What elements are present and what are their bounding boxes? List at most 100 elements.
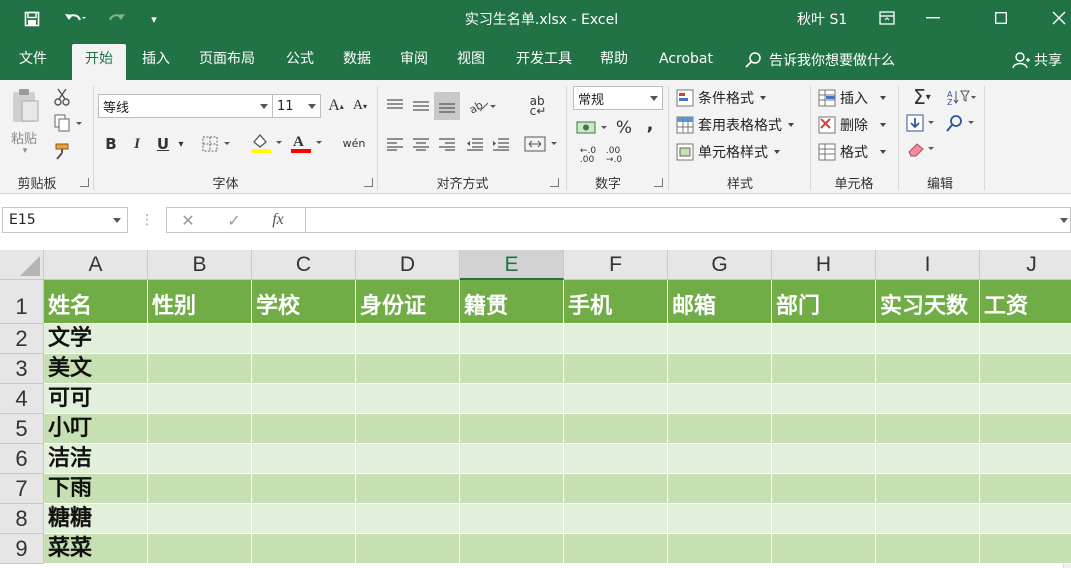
insert-cells-button[interactable]: 插入 <box>818 88 886 108</box>
name-cell[interactable]: 小叮 <box>44 414 148 444</box>
tab-page-layout[interactable]: 页面布局 <box>190 44 264 80</box>
formula-input[interactable] <box>306 207 1071 233</box>
tab-home[interactable]: 开始 <box>72 44 126 80</box>
header-cell-a[interactable]: 姓名 <box>44 280 148 324</box>
header-cell-c[interactable]: 学校 <box>252 280 356 324</box>
name-cell[interactable]: 下雨 <box>44 474 148 504</box>
table-cell[interactable] <box>980 504 1071 534</box>
tab-data[interactable]: 数据 <box>335 44 379 80</box>
autosum-icon[interactable]: Σ ▾ <box>904 85 940 109</box>
borders-icon[interactable] <box>200 132 236 156</box>
clipboard-launcher-icon[interactable] <box>80 178 89 187</box>
table-cell[interactable] <box>876 384 980 414</box>
table-cell[interactable] <box>564 324 668 354</box>
table-cell[interactable] <box>668 414 772 444</box>
tell-me-box[interactable]: 告诉我你想要做什么 <box>745 50 895 70</box>
cell-styles-button[interactable]: 单元格样式 <box>676 142 780 162</box>
number-launcher-icon[interactable] <box>654 178 663 187</box>
table-cell[interactable] <box>876 414 980 444</box>
column-header-e[interactable]: E <box>460 250 564 280</box>
select-all-button[interactable] <box>0 250 44 280</box>
table-cell[interactable] <box>460 384 564 414</box>
table-cell[interactable] <box>564 414 668 444</box>
table-cell[interactable] <box>460 474 564 504</box>
table-cell[interactable] <box>668 384 772 414</box>
table-cell[interactable] <box>460 324 564 354</box>
table-cell[interactable] <box>772 534 876 564</box>
column-header-f[interactable]: F <box>564 250 668 280</box>
row-header-1[interactable]: 1 <box>0 280 44 324</box>
alignment-launcher-icon[interactable] <box>550 178 559 187</box>
table-cell[interactable] <box>356 504 460 534</box>
increase-font-icon[interactable]: A ▴ <box>326 94 346 118</box>
find-select-icon[interactable] <box>944 112 978 134</box>
merge-center-icon[interactable] <box>522 132 562 156</box>
font-color-icon[interactable]: A <box>288 130 326 156</box>
decrease-decimal-icon[interactable]: .00 →.0 <box>602 144 626 168</box>
table-cell[interactable] <box>564 474 668 504</box>
table-cell[interactable] <box>772 444 876 474</box>
tab-insert[interactable]: 插入 <box>134 44 178 80</box>
sort-filter-icon[interactable]: AZ <box>944 86 978 108</box>
row-header-4[interactable]: 4 <box>0 384 44 414</box>
table-cell[interactable] <box>980 414 1071 444</box>
align-center-icon[interactable] <box>410 132 432 156</box>
table-cell[interactable] <box>772 414 876 444</box>
tab-acrobat[interactable]: Acrobat <box>650 44 722 80</box>
wrap-text-icon[interactable]: ab c↵ <box>526 94 550 118</box>
header-cell-g[interactable]: 邮箱 <box>668 280 772 324</box>
row-header-6[interactable]: 6 <box>0 444 44 474</box>
comma-button[interactable]: , <box>642 112 658 136</box>
table-cell[interactable] <box>876 504 980 534</box>
table-cell[interactable] <box>252 534 356 564</box>
table-cell[interactable] <box>772 474 876 504</box>
table-cell[interactable] <box>980 474 1071 504</box>
clear-icon[interactable] <box>904 138 940 160</box>
table-cell[interactable] <box>876 474 980 504</box>
table-cell[interactable] <box>980 324 1071 354</box>
column-header-b[interactable]: B <box>148 250 252 280</box>
table-cell[interactable] <box>460 354 564 384</box>
tab-help[interactable]: 帮助 <box>592 44 636 80</box>
table-cell[interactable] <box>148 414 252 444</box>
table-cell[interactable] <box>772 384 876 414</box>
decrease-font-icon[interactable]: A ▾ <box>350 94 370 118</box>
table-cell[interactable] <box>876 354 980 384</box>
name-cell[interactable]: 可可 <box>44 384 148 414</box>
table-cell[interactable] <box>252 384 356 414</box>
currency-icon[interactable] <box>574 116 612 140</box>
underline-button[interactable]: U <box>154 132 172 156</box>
cancel-icon[interactable]: ✕ <box>175 208 201 232</box>
header-cell-b[interactable]: 性别 <box>148 280 252 324</box>
fill-down-icon[interactable] <box>904 112 940 134</box>
table-cell[interactable] <box>564 504 668 534</box>
font-launcher-icon[interactable] <box>364 178 373 187</box>
table-cell[interactable] <box>252 354 356 384</box>
table-cell[interactable] <box>356 324 460 354</box>
table-cell[interactable] <box>980 384 1071 414</box>
user-name[interactable]: 秋叶 S1 <box>797 9 847 29</box>
table-cell[interactable] <box>460 534 564 564</box>
column-header-d[interactable]: D <box>356 250 460 280</box>
row-header-5[interactable]: 5 <box>0 414 44 444</box>
worksheet-grid[interactable]: A B C D E F G H I J 1 姓名 性别 学校 身份证 籍贯 手机 邮箱 部门 实习天数 工资 2 文学 3 美文… <box>0 250 1071 568</box>
header-cell-d[interactable]: 身份证 <box>356 280 460 324</box>
share-button[interactable]: 共享 <box>1012 50 1062 70</box>
font-size-select[interactable]: 11 <box>273 94 321 118</box>
insert-function-icon[interactable]: fx <box>265 208 291 232</box>
header-cell-i[interactable]: 实习天数 <box>876 280 980 324</box>
increase-indent-icon[interactable] <box>490 132 512 156</box>
column-header-a[interactable]: A <box>44 250 148 280</box>
header-cell-e[interactable]: 籍贯 <box>460 280 564 324</box>
percent-button[interactable]: % <box>614 116 634 140</box>
phonetic-icon[interactable]: wén <box>336 130 372 156</box>
minimize-icon[interactable] <box>910 4 956 32</box>
row-header-3[interactable]: 3 <box>0 354 44 384</box>
table-cell[interactable] <box>668 354 772 384</box>
column-header-j[interactable]: J <box>980 250 1071 280</box>
column-header-h[interactable]: H <box>772 250 876 280</box>
align-top-icon[interactable] <box>384 94 406 118</box>
table-cell[interactable] <box>668 534 772 564</box>
table-cell[interactable] <box>148 444 252 474</box>
name-cell[interactable]: 洁洁 <box>44 444 148 474</box>
